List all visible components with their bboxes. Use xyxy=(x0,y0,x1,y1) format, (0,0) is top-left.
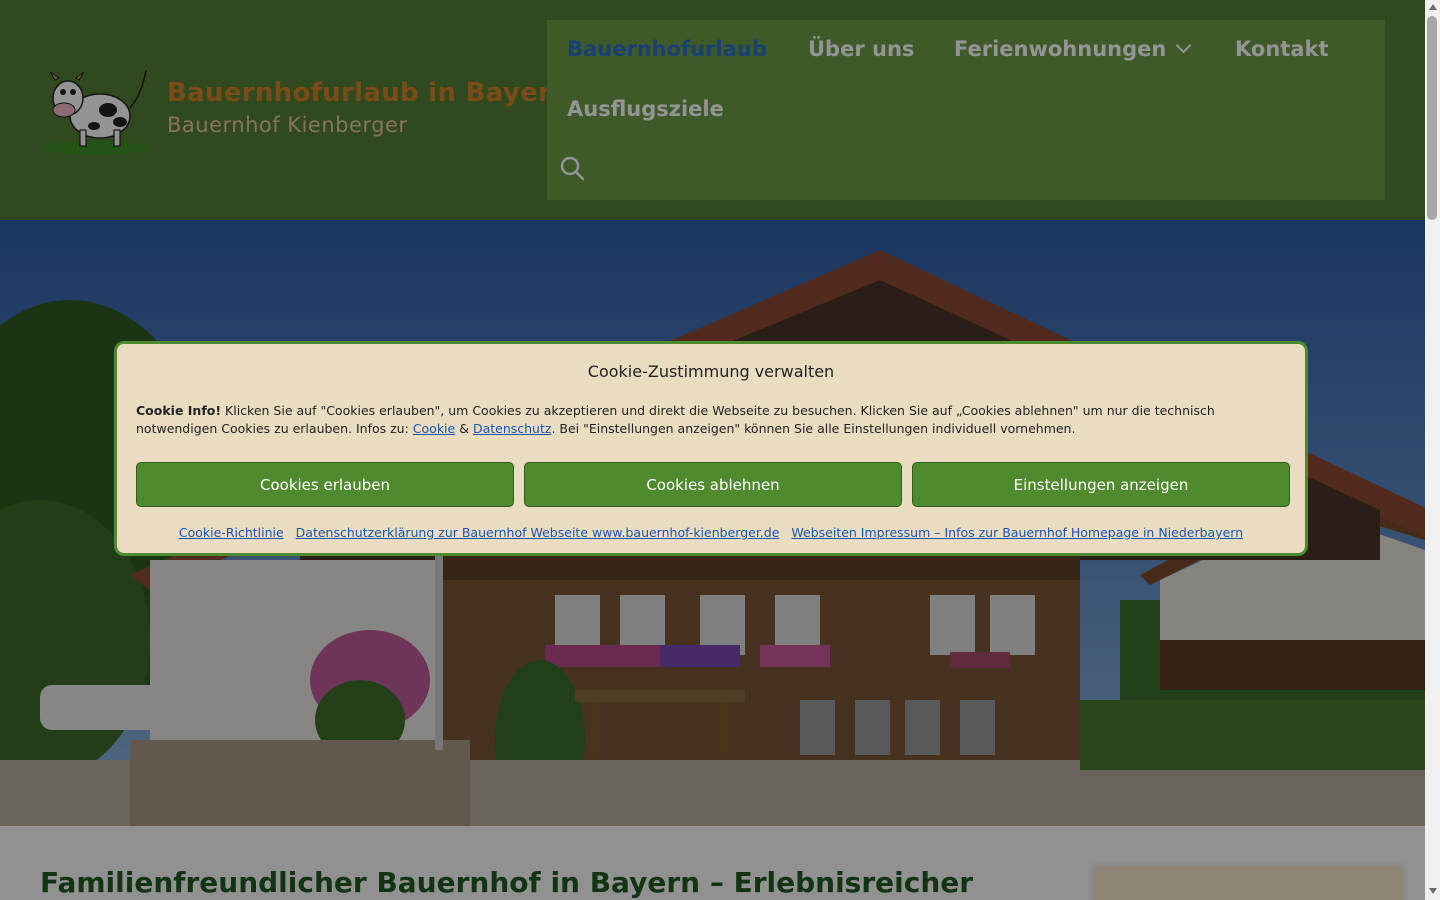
scroll-thumb[interactable] xyxy=(1427,16,1437,220)
cookie-dialog-title: Cookie-Zustimmung verwalten xyxy=(587,362,835,381)
show-settings-button[interactable]: Einstellungen anzeigen xyxy=(912,462,1290,507)
privacy-policy-link[interactable]: Datenschutzerklärung zur Bauernhof Webse… xyxy=(296,525,780,540)
cookie-info-text: Cookie Info! Klicken Sie auf "Cookies er… xyxy=(136,402,1286,438)
accept-cookies-button[interactable]: Cookies erlauben xyxy=(136,462,514,507)
scroll-down-arrow-icon[interactable] xyxy=(1429,888,1437,894)
cookie-footer-links: Cookie-Richtlinie Datenschutzerklärung z… xyxy=(117,525,1305,540)
cookie-text-amp: & xyxy=(455,421,473,436)
datenschutz-link[interactable]: Datenschutz xyxy=(473,421,552,436)
cookie-link[interactable]: Cookie xyxy=(413,421,455,436)
deny-cookies-button[interactable]: Cookies ablehnen xyxy=(524,462,902,507)
cookie-text-part2: . Bei "Einstellungen anzeigen" können Si… xyxy=(551,421,1076,436)
vertical-scrollbar[interactable] xyxy=(1425,0,1440,900)
page: Bauernhofurlaub in Bayern Bauernhof Kien… xyxy=(0,0,1425,900)
cookie-policy-link[interactable]: Cookie-Richtlinie xyxy=(179,525,284,540)
imprint-link[interactable]: Webseiten Impressum – Infos zur Bauernho… xyxy=(791,525,1243,540)
scroll-up-arrow-icon[interactable] xyxy=(1429,4,1437,10)
cookie-info-label: Cookie Info! xyxy=(136,403,222,418)
cookie-consent-dialog: Cookie-Zustimmung verwalten Cookie Info!… xyxy=(114,341,1308,556)
